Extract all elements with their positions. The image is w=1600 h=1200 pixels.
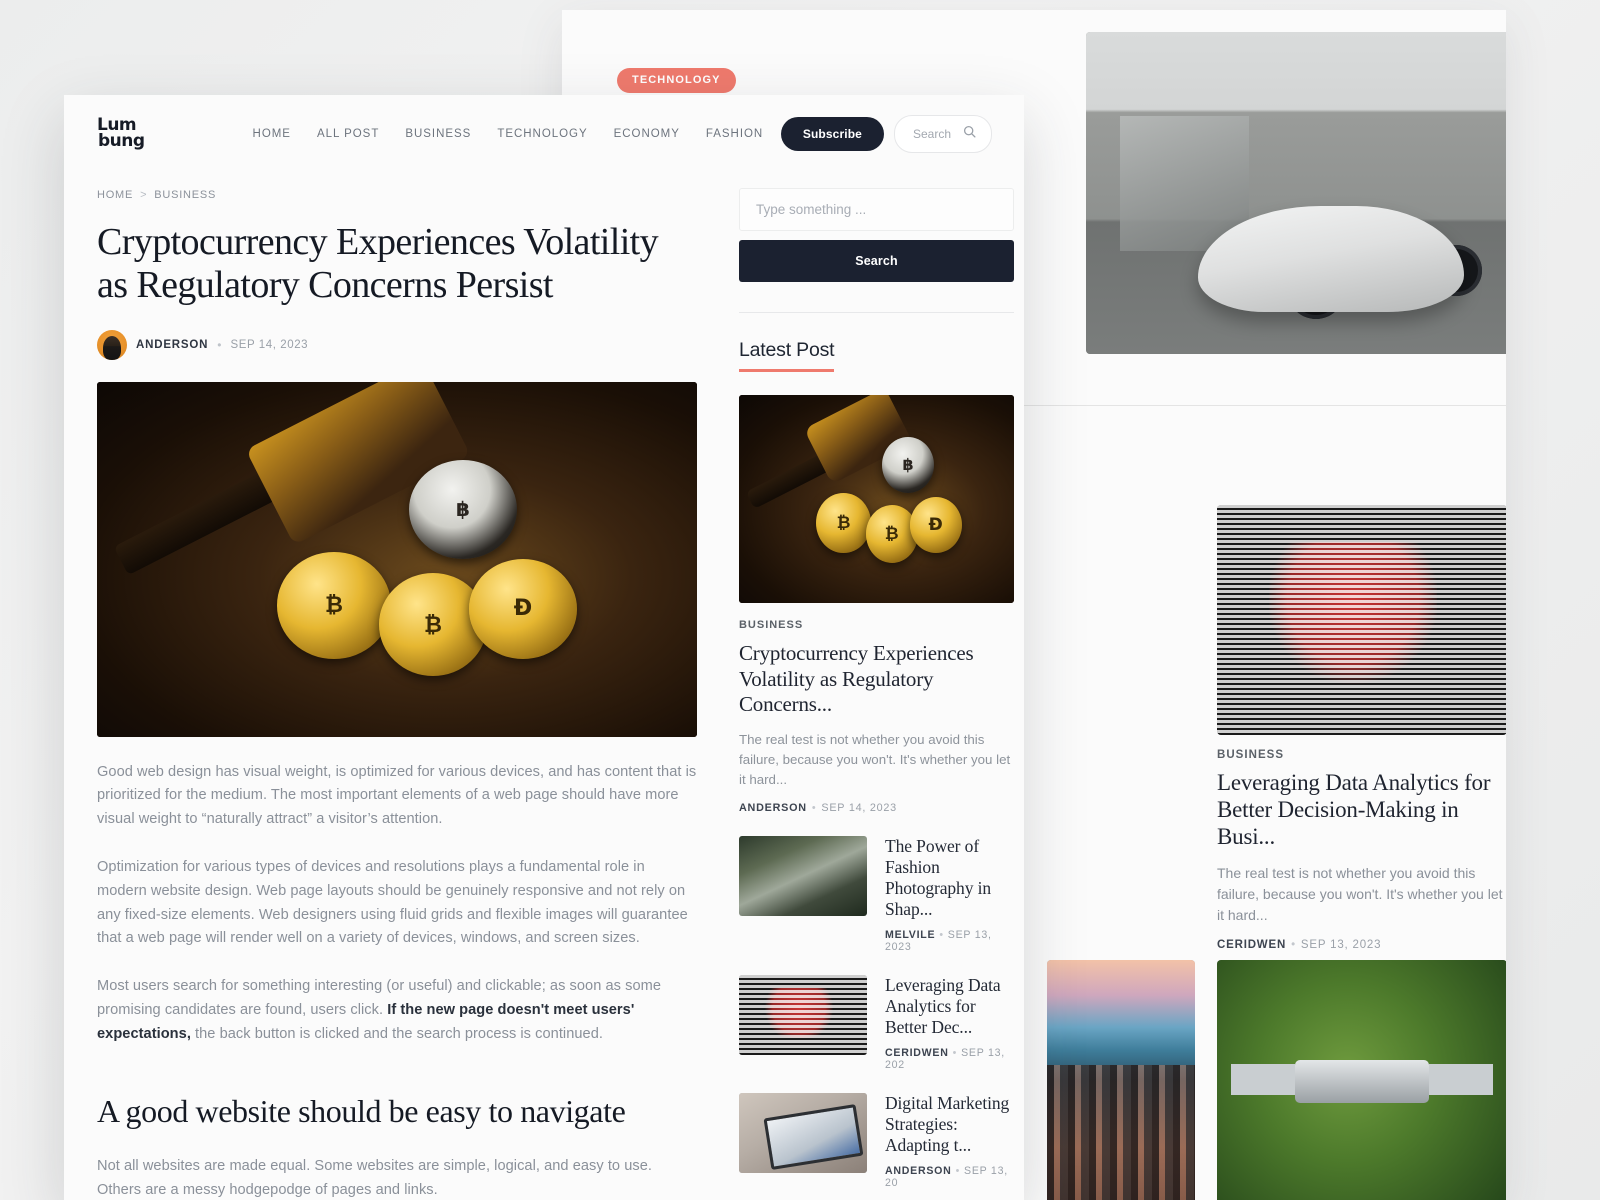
article-paragraph-1: Good web design has visual weight, is op… bbox=[97, 763, 697, 828]
breadcrumb-separator-icon: > bbox=[140, 189, 148, 201]
drone-flying-image bbox=[1217, 960, 1506, 1200]
article-body: Good web design has visual weight, is op… bbox=[97, 761, 697, 1200]
subscribe-button[interactable]: Subscribe bbox=[780, 117, 884, 151]
car-wheel-rear-icon bbox=[1430, 244, 1482, 297]
article-paragraph-4: Not all websites are made equal. Some we… bbox=[97, 1157, 652, 1198]
meta-dot-icon: • bbox=[939, 929, 944, 942]
sidebar-post-meta: CERIDWEN • SEP 13, 202 bbox=[885, 1047, 1014, 1071]
sidebar-featured-meta: ANDERSON • SEP 14, 2023 bbox=[739, 802, 1014, 814]
latest-post-heading: Latest Post bbox=[739, 339, 835, 372]
background-card-business-category: BUSINESS bbox=[1217, 749, 1285, 761]
search-input[interactable] bbox=[739, 188, 1014, 231]
article-browser-page[interactable]: Lum bung HOME ALL POST BUSINESS TECHNOLO… bbox=[64, 95, 1024, 1200]
sidebar-featured-post[interactable]: ฿ ₿ ₿ Ð BUSINESS Cryptocurrency Experien… bbox=[739, 395, 1014, 814]
list-item[interactable]: Leveraging Data Analytics for Better Dec… bbox=[739, 975, 1014, 1071]
site-header: Lum bung HOME ALL POST BUSINESS TECHNOLO… bbox=[64, 95, 1024, 173]
page-body: HOME > BUSINESS Cryptocurrency Experiences… bbox=[64, 173, 1024, 1200]
background-card-business-meta: CERIDWEN • SEP 13, 2023 bbox=[1217, 939, 1506, 951]
sidebar-featured-category: BUSINESS bbox=[739, 619, 804, 631]
bitcoin-coin-2-icon: ₿ bbox=[865, 505, 918, 564]
sidebar-post-title[interactable]: Leveraging Data Analytics for Better Dec… bbox=[885, 975, 1014, 1038]
site-logo[interactable]: Lum bung bbox=[97, 117, 145, 151]
page-title: Cryptocurrency Experiences Volatility as… bbox=[97, 221, 659, 307]
meta-dot-icon: • bbox=[1291, 939, 1296, 952]
article-author[interactable]: ANDERSON bbox=[136, 339, 208, 351]
header-search-placeholder: Search bbox=[912, 127, 951, 141]
sidebar-post-title[interactable]: Digital Marketing Strategies: Adapting t… bbox=[885, 1093, 1014, 1156]
category-badge-technology[interactable]: TECHNOLOGY bbox=[617, 68, 736, 93]
sidebar-post-author: ANDERSON bbox=[885, 1165, 952, 1178]
background-card-business-author: CERIDWEN bbox=[1217, 939, 1287, 952]
sidebar-featured-author: ANDERSON bbox=[739, 802, 807, 815]
sidebar-post-meta: MELVILE • SEP 13, 2023 bbox=[885, 929, 1014, 953]
meta-dot-icon: • bbox=[955, 1165, 961, 1178]
article-paragraph-3-post: the back button is clicked and the searc… bbox=[190, 1025, 603, 1042]
nav-item-technology[interactable]: TECHNOLOGY bbox=[497, 128, 587, 140]
nav-item-all-post[interactable]: ALL POST bbox=[317, 128, 379, 140]
list-item[interactable]: The Power of Fashion Photography in Shap… bbox=[739, 836, 1014, 953]
header-actions: Subscribe Search bbox=[780, 115, 992, 153]
dogecoin-coin-icon: Ð bbox=[469, 559, 577, 659]
sidebar-post-title[interactable]: The Power of Fashion Photography in Shap… bbox=[885, 836, 1014, 920]
search-button[interactable]: Search bbox=[739, 240, 1014, 282]
background-card-business-title: Leveraging Data Analytics for Better Dec… bbox=[1217, 770, 1491, 850]
binary-code-heart-image bbox=[739, 975, 867, 1056]
meta-dot-icon: • bbox=[811, 802, 817, 815]
nav-item-home[interactable]: HOME bbox=[253, 128, 291, 140]
breadcrumb: HOME > BUSINESS bbox=[97, 189, 697, 201]
article-paragraph-2: Optimization for various types of device… bbox=[97, 858, 688, 947]
sidebar-featured-image: ฿ ₿ ₿ Ð bbox=[739, 395, 1014, 603]
list-item[interactable]: Digital Marketing Strategies: Adapting t… bbox=[739, 1093, 1014, 1189]
background-card-drone[interactable] bbox=[1217, 960, 1506, 1200]
dogecoin-coin-icon: Ð bbox=[909, 496, 962, 554]
bitcoin-coin-icon: ₿ bbox=[277, 552, 391, 659]
breadcrumb-home[interactable]: HOME bbox=[97, 189, 133, 201]
gavel-and-crypto-coins-image: ฿ ₿ ₿ Ð bbox=[97, 381, 697, 737]
sidebar-featured-date: SEP 14, 2023 bbox=[821, 802, 897, 815]
article-hero-image: ฿ ₿ ₿ Ð bbox=[97, 381, 697, 737]
article-date: SEP 14, 2023 bbox=[230, 338, 309, 351]
sidebar-post-author: CERIDWEN bbox=[885, 1047, 949, 1060]
background-card-business-excerpt: The real test is not whether you avoid t… bbox=[1217, 865, 1503, 924]
sidebar-post-meta: ANDERSON • SEP 13, 20 bbox=[885, 1165, 1014, 1189]
background-card-city[interactable] bbox=[1047, 960, 1195, 1200]
meta-dot-icon: • bbox=[217, 337, 222, 352]
gavel-and-crypto-coins-image: ฿ ₿ ₿ Ð bbox=[739, 395, 1014, 603]
fashion-portrait-image bbox=[739, 836, 867, 917]
sidebar: Search Latest Post ฿ ₿ ₿ Ð BUSINESS Cryp… bbox=[739, 173, 1014, 1200]
nav-item-business[interactable]: BUSINESS bbox=[405, 128, 471, 140]
bitcoin-coin-icon: ₿ bbox=[816, 492, 871, 554]
background-card-business-date: SEP 13, 2023 bbox=[1300, 939, 1382, 952]
background-hero-image[interactable] bbox=[1086, 32, 1506, 354]
article-byline: ANDERSON • SEP 14, 2023 bbox=[97, 329, 697, 360]
article-column: HOME > BUSINESS Cryptocurrency Experiences… bbox=[97, 173, 697, 1200]
sidebar-post-author: MELVILE bbox=[885, 929, 936, 942]
avatar bbox=[97, 329, 127, 360]
breadcrumb-current: BUSINESS bbox=[154, 189, 217, 201]
bitcoin-coin-silver-icon: ฿ bbox=[882, 436, 935, 493]
laptop-on-desk-image bbox=[739, 1093, 867, 1174]
city-skyline-image bbox=[1047, 960, 1195, 1200]
nav-item-economy[interactable]: ECONOMY bbox=[614, 128, 680, 140]
car-wheel-front-icon bbox=[1288, 263, 1344, 319]
nav-item-fashion[interactable]: FASHION bbox=[706, 128, 763, 140]
background-card-business[interactable]: BUSINESS Leveraging Data Analytics for B… bbox=[1217, 505, 1506, 951]
sidebar-featured-title[interactable]: Cryptocurrency Experiences Volatility as… bbox=[739, 641, 1014, 718]
white-sports-car-showroom-image bbox=[1086, 32, 1506, 354]
header-search[interactable]: Search bbox=[893, 115, 992, 153]
site-logo-line2: bung bbox=[98, 131, 145, 151]
article-paragraph-3: Most users search for something interest… bbox=[97, 975, 697, 1046]
main-navigation: HOME ALL POST BUSINESS TECHNOLOGY ECONOM… bbox=[253, 128, 764, 140]
meta-dot-icon: • bbox=[952, 1047, 958, 1060]
binary-code-heart-image bbox=[1217, 505, 1506, 735]
search-icon[interactable] bbox=[963, 125, 976, 143]
bitcoin-coin-silver-icon: ฿ bbox=[409, 459, 517, 560]
article-subheading: A good website should be easy to navigat… bbox=[97, 1093, 626, 1130]
sidebar-featured-excerpt: The real test is not whether you avoid t… bbox=[739, 731, 1011, 788]
